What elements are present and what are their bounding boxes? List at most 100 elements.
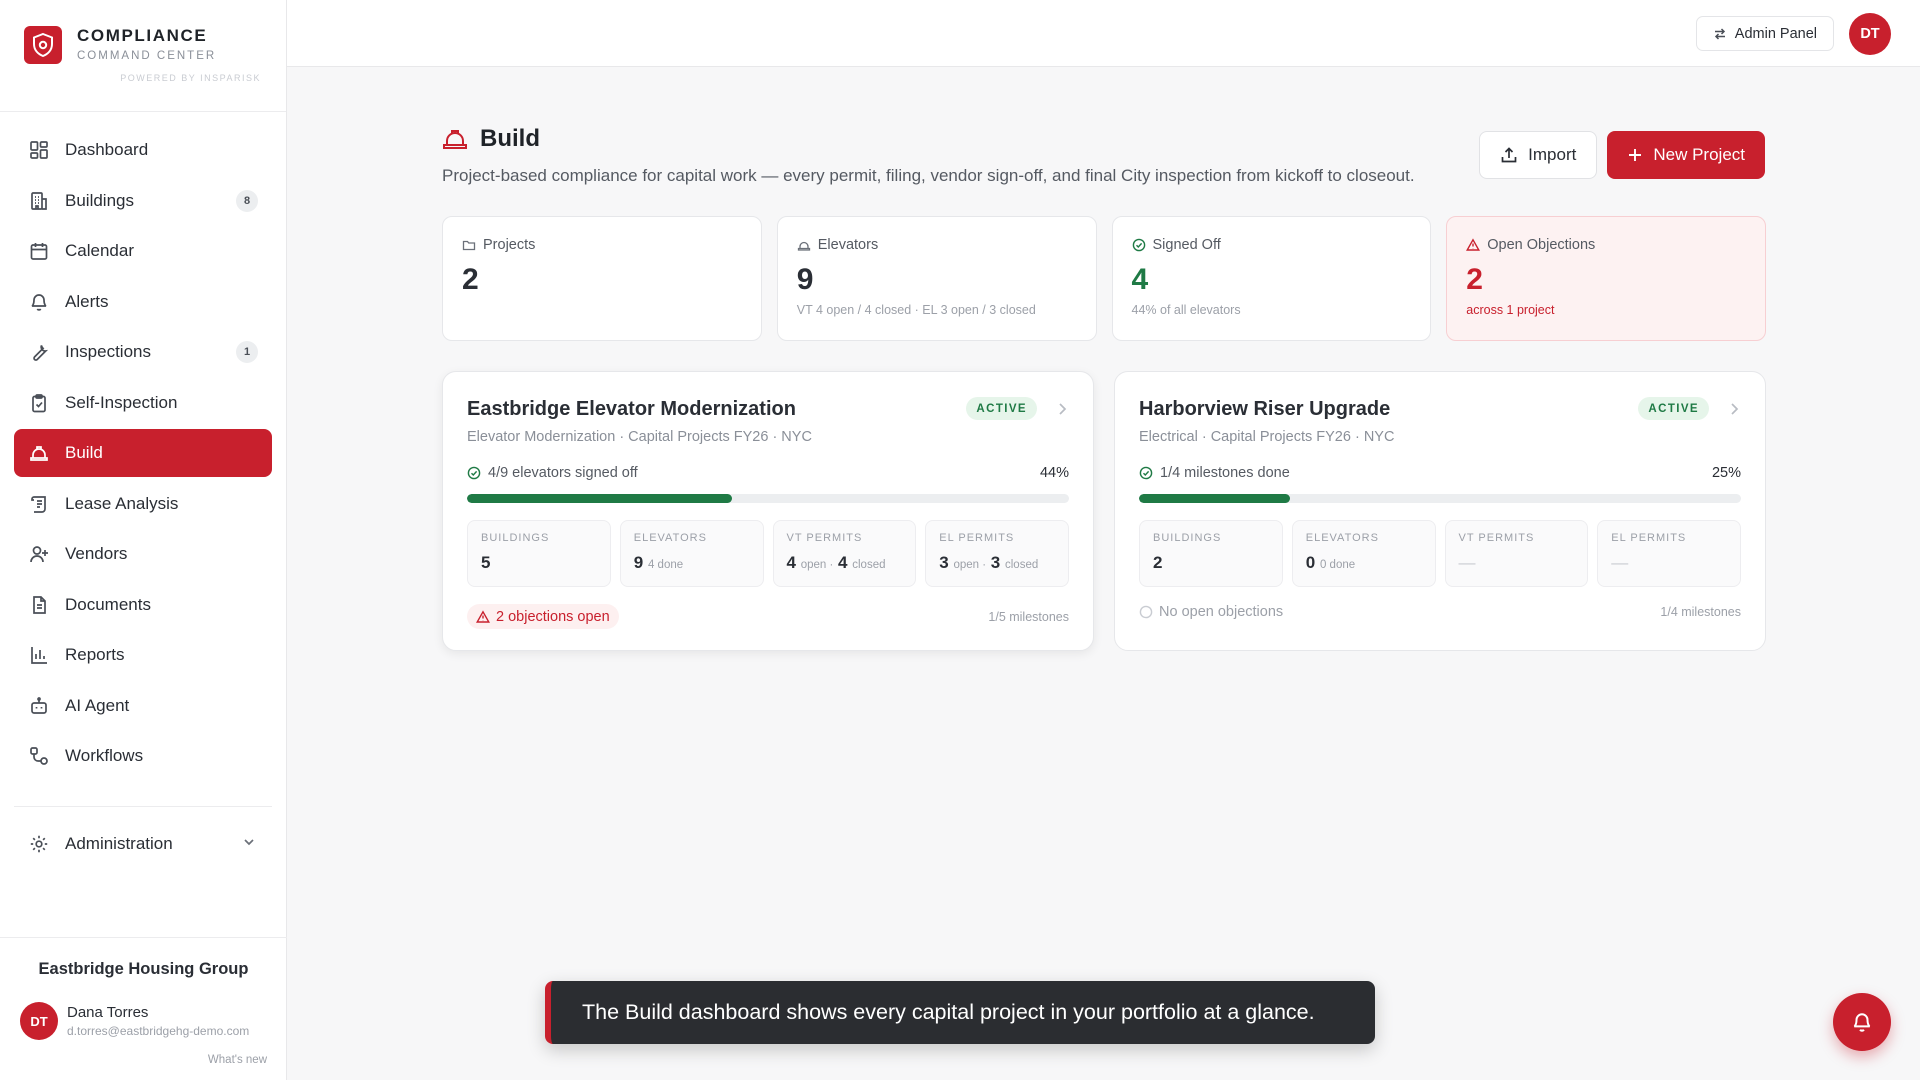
project-subtitle: Elevator Modernization · Capital Project… [467,429,812,445]
progress-percent: 25% [1711,465,1741,481]
project-card-harborview[interactable]: Harborview Riser Upgrade Electrical · Ca… [1114,371,1766,651]
stat-card-elevators: Elevators 9 VT 4 open / 4 closed · EL 3 … [776,216,1097,341]
project-list: Eastbridge Elevator Modernization Elevat… [442,371,1766,651]
metric-number: 0 [1305,553,1316,572]
progress-label-text: 4/9 elevators signed off [488,465,638,481]
project-card-eastbridge[interactable]: Eastbridge Elevator Modernization Elevat… [442,371,1094,651]
shield-logo-icon[interactable] [24,26,62,64]
metric-buildings: BUILDINGS 5 [467,520,611,587]
metric-closed-label: closed [1005,559,1039,571]
buildings-count-badge: 8 [236,189,258,212]
sidebar-item-buildings[interactable]: Buildings 8 [14,177,272,225]
sidebar-item-self-inspection[interactable]: Self-Inspection [14,379,272,427]
sidebar-item-label: Lease Analysis [65,493,179,513]
metric-elevators: ELEVATORS 0 0 done [1291,520,1436,587]
stat-label-text: Projects [483,237,536,253]
inspections-count-badge: 1 [236,341,258,363]
project-subtitle: Electrical · Capital Projects FY26 · NYC [1139,429,1395,445]
sidebar-item-vendors[interactable]: Vendors [14,530,272,578]
sidebar-item-build[interactable]: Build [14,429,272,477]
sidebar-item-label: Reports [65,645,125,664]
sidebar-item-administration[interactable]: Administration [14,820,272,868]
whats-new-link[interactable]: What's new [208,1054,267,1066]
admin-panel-label: Admin Panel [1734,25,1817,42]
sidebar-item-inspections[interactable]: Inspections 1 [14,328,272,376]
stat-subtext: 44% of all elevators [1131,303,1241,317]
progress-bar [1139,494,1741,503]
sidebar-item-label: Buildings [65,190,134,210]
project-metrics: BUILDINGS 5 ELEVATORS 9 4 done VT PERMIT… [467,520,1069,587]
sidebar-item-dashboard[interactable]: Dashboard [14,126,272,174]
metric-value: — [1458,553,1476,572]
user-avatar[interactable]: DT [20,1002,58,1040]
sidebar-item-label: Vendors [65,544,128,563]
organization-name[interactable]: Eastbridge Housing Group [0,960,287,979]
new-project-button[interactable]: New Project [1607,131,1765,179]
objections-badge[interactable]: 2 objections open [467,604,619,629]
progress-bar-fill [1139,494,1290,503]
stat-label: Signed Off [1132,237,1412,253]
stat-card-projects: Projects 2 [442,216,762,341]
sidebar-item-label: Administration [65,834,173,853]
import-button[interactable]: Import [1479,131,1598,179]
sidebar-item-alerts[interactable]: Alerts [14,278,272,326]
metric-note: 4 done [647,559,684,571]
warning-icon [476,609,490,624]
brand-title: COMPLIANCE [77,26,208,45]
stat-value: 2 [1466,263,1483,296]
powered-by: POWERED BY INSPARISK [120,73,261,83]
stat-label-text: Elevators [817,237,879,253]
check-circle-icon [1139,466,1153,480]
nav-divider [14,806,272,807]
metric-number: 9 [633,553,644,572]
admin-panel-button[interactable]: Admin Panel [1695,16,1834,51]
metric-open-label: open · [800,559,834,571]
gear-icon [28,833,50,855]
user-name: Dana Torres [67,1004,149,1021]
chevron-down-icon [242,835,256,849]
page-title: Build [442,125,1415,153]
metric-value: 9 4 done [634,553,750,573]
user-plus-icon [28,543,50,565]
stat-label: Projects [462,237,742,253]
stat-label: Elevators [797,237,1077,253]
chevron-right-icon[interactable] [1729,402,1739,416]
metric-label: BUILDINGS [1153,532,1222,544]
metric-closed-count: 3 [990,553,1001,572]
sidebar-item-workflows[interactable]: Workflows [14,732,272,780]
metric-label: ELEVATORS [1305,532,1379,544]
sidebar-item-calendar[interactable]: Calendar [14,227,272,275]
sidebar-item-label: Self-Inspection [65,392,178,412]
brand-subtitle: COMMAND CENTER [77,50,217,62]
sidebar-item-ai-agent[interactable]: AI Agent [14,682,272,730]
chevron-right-icon[interactable] [1057,402,1067,416]
swap-icon [1713,27,1727,41]
stat-card-signed-off: Signed Off 4 44% of all elevators [1111,216,1432,341]
progress-row: 4/9 elevators signed off 44% [467,465,1069,481]
metric-label: ELEVATORS [633,532,707,544]
sidebar-footer: Eastbridge Housing Group DT Dana Torres … [0,937,287,1080]
sidebar-item-label: Inspections [65,342,151,361]
metric-value: 2 [1153,553,1163,572]
import-label: Import [1528,145,1577,164]
sidebar-item-documents[interactable]: Documents [14,581,272,629]
account-avatar[interactable]: DT [1849,13,1891,55]
metric-note: 0 done [1319,559,1356,571]
objections-status: No open objections [1139,604,1283,620]
metric-label: BUILDINGS [481,532,550,544]
status-badge: ACTIVE [1638,397,1709,420]
page-title-text: Build [480,125,540,152]
sidebar-item-lease-analysis[interactable]: Lease Analysis [14,480,272,528]
milestones-count: 1/4 milestones [1660,605,1741,619]
metric-el-permits: EL PERMITS 3 open · 3 closed [925,520,1069,587]
metric-closed-count: 4 [838,553,848,572]
metric-value: — [1611,553,1629,572]
metric-buildings: BUILDINGS 2 [1139,520,1283,587]
notifications-button[interactable] [1833,993,1891,1051]
objections-text: 2 objections open [496,608,610,625]
sidebar-item-label: Documents [65,594,151,614]
sidebar-item-reports[interactable]: Reports [14,631,272,679]
user-email: d.torres@eastbridgehg-demo.com [67,1024,250,1038]
page-description: Project-based compliance for capital wor… [442,166,1415,185]
clipboard-icon [28,392,50,414]
